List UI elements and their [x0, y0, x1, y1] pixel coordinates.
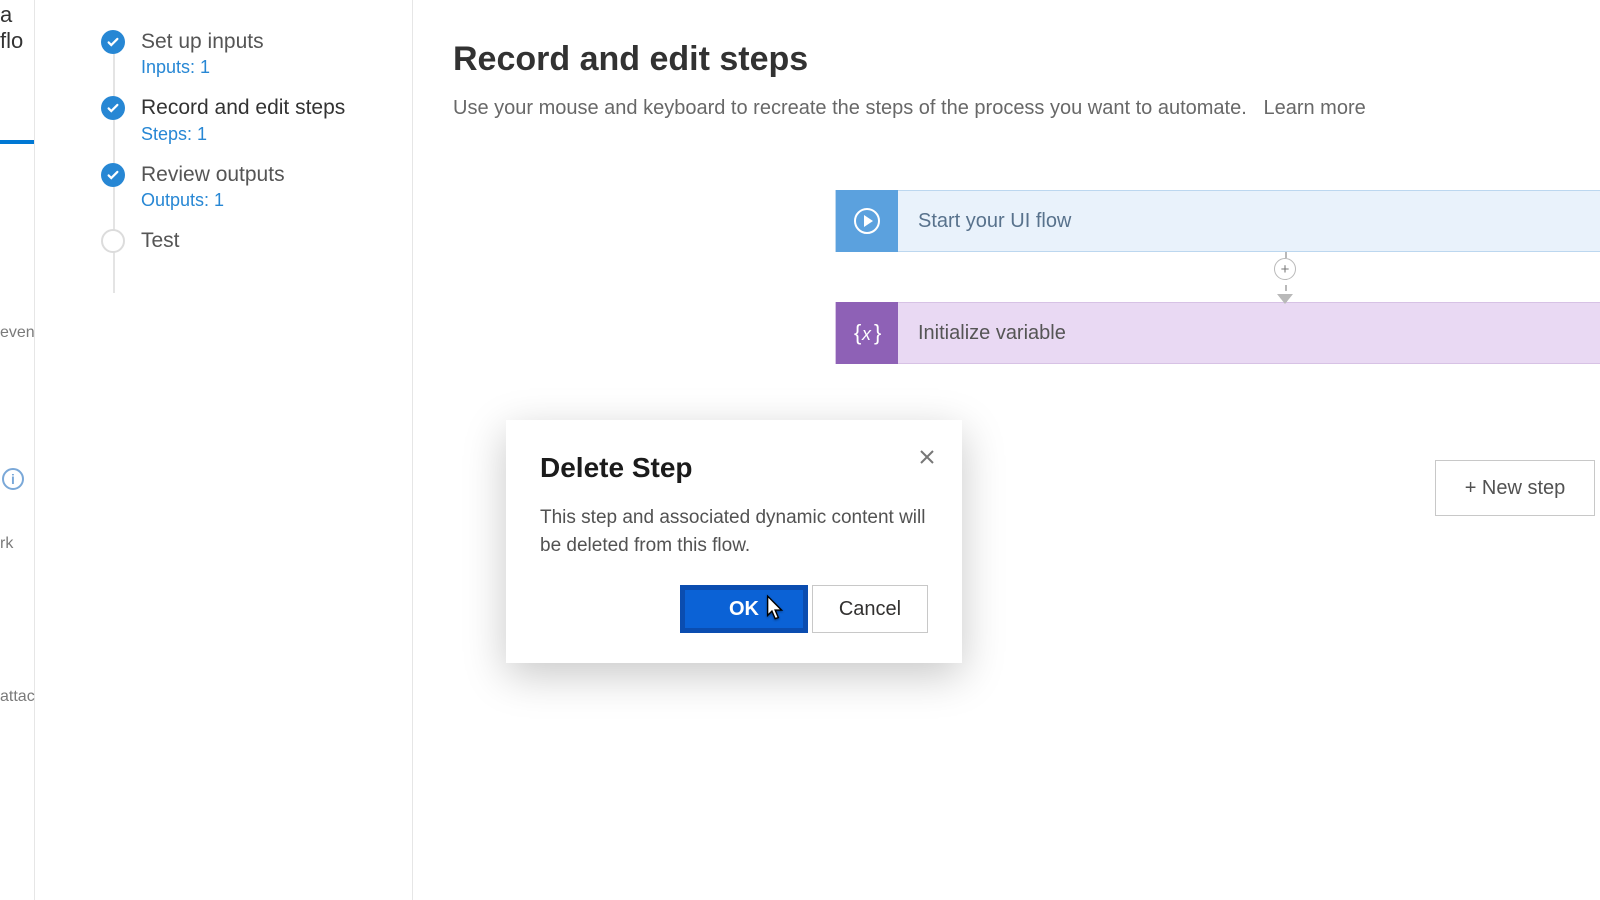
wizard-step-label: Record and edit steps	[141, 94, 345, 121]
svg-text:{: {	[854, 320, 861, 345]
wizard-step-subtext: Inputs: 1	[141, 57, 264, 78]
learn-more-link[interactable]: Learn more	[1263, 97, 1365, 119]
flow-canvas: Start your UI flow + { x } Initialize va…	[835, 190, 1600, 364]
rail-label-rk: rk	[0, 535, 13, 553]
wizard-step-label: Set up inputs	[141, 28, 264, 55]
svg-text:}: }	[874, 320, 881, 345]
check-icon	[101, 163, 125, 187]
flow-card-initialize-variable[interactable]: { x } Initialize variable	[835, 302, 1600, 364]
wizard-step-subtext: Outputs: 1	[141, 190, 285, 211]
flow-connector: +	[835, 252, 1600, 302]
delete-step-dialog: Delete Step This step and associated dyn…	[506, 420, 962, 663]
rail-label-attac: attac	[0, 688, 35, 706]
empty-step-icon	[101, 229, 125, 253]
wizard-step-label: Review outputs	[141, 161, 285, 188]
ok-button[interactable]: OK	[680, 585, 808, 633]
flow-card-title: Initialize variable	[898, 322, 1066, 345]
subtitle-text: Use your mouse and keyboard to recreate …	[453, 97, 1247, 119]
cancel-button[interactable]: Cancel	[812, 585, 928, 633]
wizard-sidebar: Set up inputs Inputs: 1 Record and edit …	[35, 0, 413, 900]
flow-card-title: Start your UI flow	[898, 210, 1071, 233]
rail-label-even: even	[0, 324, 35, 342]
wizard-step-test[interactable]: Test	[35, 219, 412, 262]
new-step-button[interactable]: + New step	[1435, 460, 1595, 516]
info-icon[interactable]: i	[2, 468, 24, 490]
left-rail: a flo even i rk attac	[0, 0, 35, 900]
close-icon[interactable]	[912, 442, 942, 472]
wizard-step-label: Test	[141, 227, 180, 254]
arrow-down-icon	[1277, 294, 1293, 304]
wizard-step-inputs[interactable]: Set up inputs Inputs: 1	[35, 20, 412, 86]
add-step-icon[interactable]: +	[1274, 258, 1296, 280]
rail-active-indicator	[0, 140, 34, 144]
check-icon	[101, 96, 125, 120]
flow-card-start[interactable]: Start your UI flow	[835, 190, 1600, 252]
wizard-step-outputs[interactable]: Review outputs Outputs: 1	[35, 153, 412, 219]
rail-label-flows: a flo	[0, 2, 34, 54]
dialog-title: Delete Step	[540, 452, 928, 484]
variable-icon: { x }	[836, 302, 898, 364]
svg-text:x: x	[861, 324, 872, 344]
dialog-body: This step and associated dynamic content…	[540, 504, 928, 559]
page-subtitle: Use your mouse and keyboard to recreate …	[453, 97, 1600, 120]
play-icon	[836, 190, 898, 252]
wizard-step-subtext: Steps: 1	[141, 124, 345, 145]
page-title: Record and edit steps	[453, 40, 1600, 79]
check-icon	[101, 30, 125, 54]
wizard-step-record[interactable]: Record and edit steps Steps: 1	[35, 86, 412, 152]
